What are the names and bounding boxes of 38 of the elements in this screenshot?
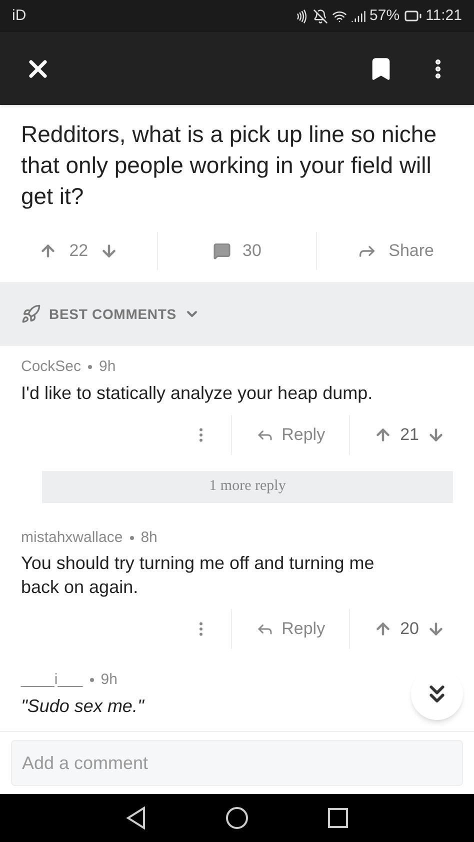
recents-icon[interactable] — [327, 807, 349, 829]
post-title: Redditors, what is a pick up line so niche that only people working in your field will get it? — [20, 120, 438, 211]
comment-author[interactable]: CockSec — [21, 356, 82, 378]
clock: 11:21 — [426, 6, 462, 26]
comment-body: "Sudo sex me." — [21, 694, 144, 718]
comment-author[interactable]: ____i___ — [21, 669, 83, 692]
sort-button[interactable]: BEST COMMENTS — [21, 304, 200, 324]
battery-percent: 57% — [370, 6, 400, 26]
downvote-icon[interactable] — [100, 242, 118, 260]
downvote-icon[interactable] — [427, 620, 445, 638]
comment-age: 9h — [99, 357, 116, 377]
post-score: 22 — [69, 240, 88, 262]
share-button[interactable]: Share — [316, 232, 474, 270]
carrier-label: iD — [12, 6, 26, 26]
upvote-icon[interactable] — [39, 242, 58, 260]
wifi-icon — [332, 8, 347, 24]
scroll-down-button[interactable] — [411, 668, 463, 720]
signal-icon — [350, 8, 366, 24]
comment-score: 21 — [400, 424, 419, 446]
reply-button[interactable]: Reply — [232, 609, 350, 649]
upvote-icon[interactable] — [374, 426, 392, 444]
comment-author[interactable]: mistahxwallace — [21, 526, 123, 549]
comment-body: You should try turning me off and turning me back on again. — [21, 552, 376, 599]
rocket-icon — [21, 304, 41, 324]
comments-button[interactable]: 30 — [158, 232, 317, 270]
upvote-icon[interactable] — [374, 620, 392, 638]
comment-age: 9h — [100, 670, 118, 690]
comment-body: I'd like to statically analyze your heap dump. — [21, 382, 373, 404]
mute-icon — [312, 8, 328, 24]
more-replies-button[interactable]: 1 more reply — [42, 470, 453, 502]
reply-button[interactable]: Reply — [232, 414, 350, 454]
comment-score: 20 — [400, 618, 419, 640]
home-icon[interactable] — [225, 806, 249, 830]
back-icon[interactable] — [125, 806, 147, 830]
comment-icon — [212, 242, 231, 260]
comment-field[interactable]: Add a comment — [11, 740, 463, 786]
downvote-icon[interactable] — [427, 426, 445, 444]
comment-age: 8h — [140, 528, 158, 548]
